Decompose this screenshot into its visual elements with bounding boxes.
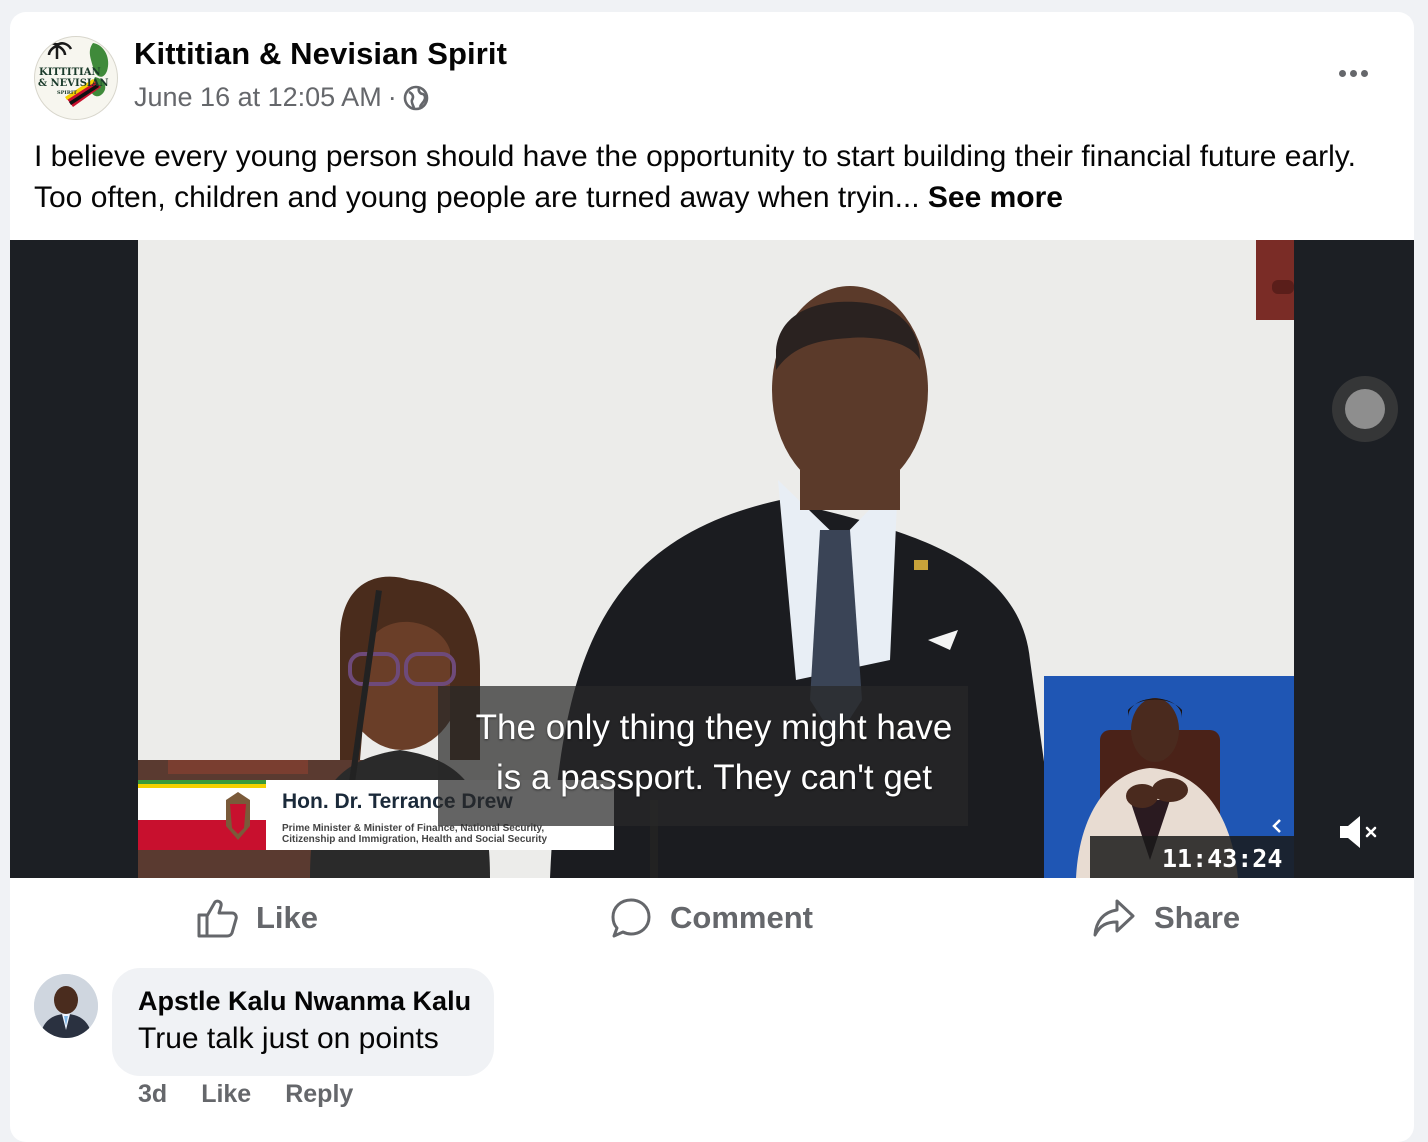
logo-line-2: & NEVISIAN: [38, 78, 109, 89]
post-text: I believe every young person should have…: [34, 136, 1394, 218]
post-body: I believe every young person should have…: [34, 140, 1356, 214]
muted-speaker-icon: [1340, 816, 1377, 848]
caption-line-1: The only thing they might have: [475, 708, 953, 747]
share-label: Share: [1154, 900, 1241, 935]
more-dot: [1360, 69, 1368, 77]
comment-text: True talk just on points: [138, 1022, 439, 1055]
commenter-avatar[interactable]: [34, 974, 98, 1038]
comment-actions: 3d Like Reply: [138, 1080, 353, 1109]
comment-label: Comment: [670, 900, 813, 935]
lower-third-stripe: [138, 780, 266, 850]
more-options-button[interactable]: [1330, 58, 1376, 88]
more-dot: [1349, 69, 1357, 77]
comment-age[interactable]: 3d: [138, 1080, 167, 1109]
thumbs-up-icon: [197, 899, 238, 938]
video-player[interactable]: Hon. Dr. Terrance Drew Prime Minister & …: [10, 240, 1414, 878]
commenter-photo: [34, 974, 98, 1038]
comment-bubble: Apstle Kalu Nwanma Kalu True talk just o…: [112, 968, 494, 1076]
page-logo: KITTITIAN & NEVISIAN SPIRIT: [36, 38, 116, 118]
page-name[interactable]: Kittitian & Nevisian Spirit: [134, 36, 507, 72]
see-more-link[interactable]: See more: [928, 181, 1063, 214]
post-actions: Like Comment Share: [10, 878, 1414, 958]
comment-button[interactable]: Comment: [610, 878, 813, 958]
meta-separator: ·: [387, 82, 397, 112]
video-timer: 11:43:24: [1162, 844, 1283, 873]
caption-line-2: is a passport. They can't get: [496, 758, 932, 797]
share-button[interactable]: Share: [1092, 878, 1240, 958]
lower-third-title: Prime Minister & Minister of Finance, Na…: [282, 823, 612, 845]
post-card: KITTITIAN & NEVISIAN SPIRIT Kittitian & …: [10, 12, 1414, 1142]
like-button[interactable]: Like: [196, 878, 318, 958]
logo-line-3: SPIRIT: [57, 90, 77, 96]
share-arrow-icon: [1093, 899, 1135, 937]
video-caption: The only thing they might have is a pass…: [438, 686, 968, 826]
comment-bubble-icon: [611, 898, 651, 938]
post-meta: June 16 at 12:05 AM ·: [134, 82, 429, 113]
comment-reply-button[interactable]: Reply: [285, 1080, 353, 1109]
post-timestamp[interactable]: June 16 at 12:05 AM: [134, 82, 382, 113]
video-scrubber-handle[interactable]: [1332, 376, 1398, 442]
lower-third-title-line-2: Citizenship and Immigration, Health and …: [282, 834, 548, 845]
comment-like-button[interactable]: Like: [201, 1080, 251, 1109]
globe-icon[interactable]: [403, 85, 429, 111]
unmute-button[interactable]: [1336, 812, 1382, 852]
like-label: Like: [256, 900, 319, 935]
comment-author[interactable]: Apstle Kalu Nwanma Kalu: [138, 986, 471, 1017]
page-avatar[interactable]: KITTITIAN & NEVISIAN SPIRIT: [34, 36, 118, 120]
logo-line-1: KITTITIAN: [39, 67, 101, 78]
more-dot: [1338, 69, 1346, 77]
